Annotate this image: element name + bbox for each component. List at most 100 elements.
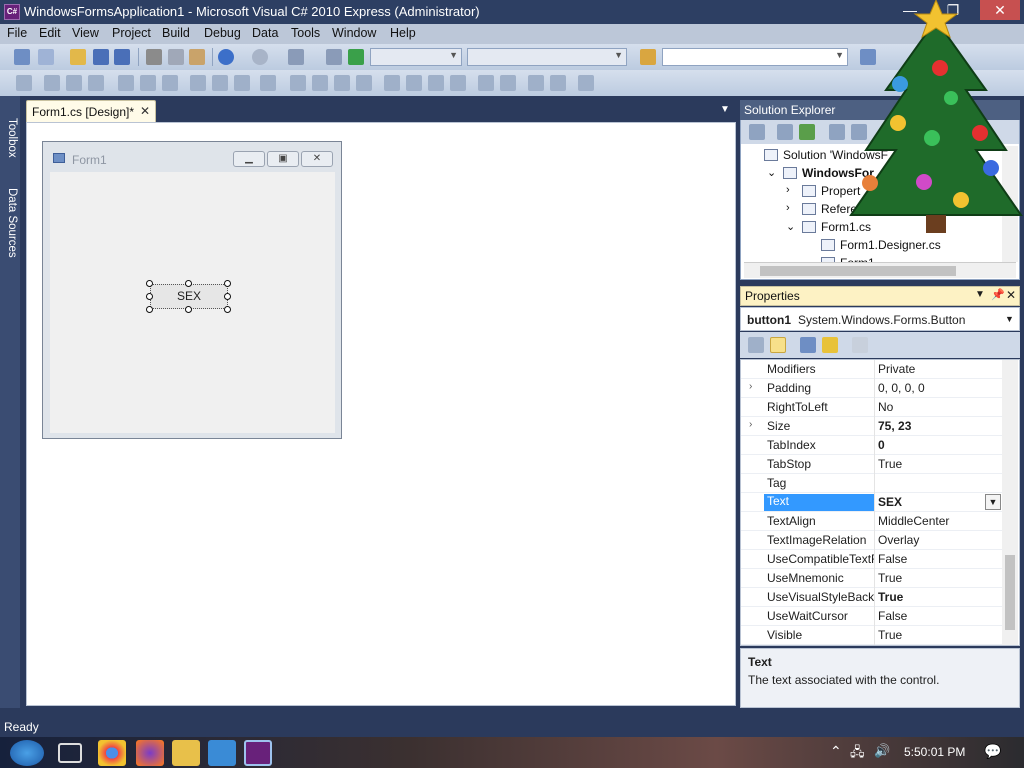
- object-selector[interactable]: button1 System.Windows.Forms.Button ▼: [740, 307, 1020, 331]
- property-value[interactable]: Private: [878, 362, 915, 376]
- property-row[interactable]: TabStop True: [741, 455, 1003, 474]
- network-icon[interactable]: 🖧: [850, 743, 865, 765]
- volume-icon[interactable]: 🔊: [874, 743, 890, 759]
- column-divider[interactable]: [874, 588, 875, 607]
- solution-config-combo[interactable]: ▼: [370, 48, 462, 66]
- property-row[interactable]: UseVisualStyleBackC True: [741, 588, 1003, 607]
- increase-spacing-icon[interactable]: [312, 75, 328, 91]
- document-dropdown-icon[interactable]: ▼: [720, 104, 730, 115]
- decrease-spacing-icon[interactable]: [334, 75, 350, 91]
- property-value[interactable]: 75, 23: [878, 419, 911, 433]
- property-value[interactable]: 0, 0, 0, 0: [878, 381, 925, 395]
- column-divider[interactable]: [874, 550, 875, 569]
- tree-expander-icon[interactable]: ⌄: [786, 220, 795, 233]
- decrease-vspacing-icon[interactable]: [428, 75, 444, 91]
- open-file-icon[interactable]: [70, 49, 86, 65]
- property-row[interactable]: TabIndex 0: [741, 436, 1003, 455]
- property-row[interactable]: › Padding 0, 0, 0, 0: [741, 379, 1003, 398]
- increase-vspacing-icon[interactable]: [406, 75, 422, 91]
- platform-combo[interactable]: ▼: [467, 48, 627, 66]
- column-divider[interactable]: [874, 379, 875, 398]
- property-value[interactable]: 0: [878, 438, 885, 452]
- property-vscrollbar[interactable]: [1002, 360, 1018, 645]
- start-debugging-icon[interactable]: [348, 49, 364, 65]
- save-icon[interactable]: [93, 49, 109, 65]
- paste-icon[interactable]: [189, 49, 205, 65]
- menu-view[interactable]: View: [72, 26, 99, 40]
- column-divider[interactable]: [874, 493, 875, 512]
- solution-hscrollbar[interactable]: [744, 262, 1016, 278]
- navigate-icon[interactable]: [288, 49, 304, 65]
- property-row[interactable]: Modifiers Private: [741, 360, 1003, 379]
- menu-tools[interactable]: Tools: [291, 26, 320, 40]
- clock[interactable]: 5:50:01 PM: [904, 745, 965, 759]
- toolbox-tab[interactable]: Toolbox: [2, 118, 18, 158]
- remove-vspacing-icon[interactable]: [450, 75, 466, 91]
- property-value[interactable]: Overlay: [878, 533, 919, 547]
- resize-handle-se[interactable]: [224, 306, 231, 313]
- property-row[interactable]: TextAlign MiddleCenter: [741, 512, 1003, 531]
- property-row[interactable]: Tag: [741, 474, 1003, 493]
- tree-expander-icon[interactable]: ›: [786, 202, 790, 214]
- send-to-back-icon[interactable]: [550, 75, 566, 91]
- center-horizontally-icon[interactable]: [478, 75, 494, 91]
- show-all-files-icon[interactable]: [777, 124, 793, 140]
- data-sources-tab[interactable]: Data Sources: [2, 188, 18, 258]
- save-all-icon[interactable]: [114, 49, 130, 65]
- center-vertically-icon[interactable]: [500, 75, 516, 91]
- property-row[interactable]: › Size 75, 23: [741, 417, 1003, 436]
- align-grid-icon[interactable]: [16, 75, 32, 91]
- resize-handle-nw[interactable]: [146, 280, 153, 287]
- menu-edit[interactable]: Edit: [39, 26, 61, 40]
- column-divider[interactable]: [874, 569, 875, 588]
- column-divider[interactable]: [874, 531, 875, 550]
- property-value[interactable]: SEX: [878, 495, 902, 509]
- property-row[interactable]: UseCompatibleTextR False: [741, 550, 1003, 569]
- properties-icon[interactable]: [749, 124, 765, 140]
- property-value[interactable]: MiddleCenter: [878, 514, 949, 528]
- new-project-icon[interactable]: [14, 49, 30, 65]
- vscroll-thumb[interactable]: [1005, 555, 1015, 630]
- column-divider[interactable]: [874, 417, 875, 436]
- column-divider[interactable]: [874, 455, 875, 474]
- redo-icon[interactable]: [252, 49, 268, 65]
- undo-icon[interactable]: [218, 49, 234, 65]
- property-value[interactable]: False: [878, 552, 907, 566]
- value-dropdown-icon[interactable]: ▼: [985, 494, 1001, 510]
- property-value[interactable]: True: [878, 571, 902, 585]
- store-icon[interactable]: [208, 740, 236, 766]
- property-row[interactable]: Visible True: [741, 626, 1003, 645]
- property-expand-icon[interactable]: ›: [749, 419, 752, 430]
- property-expand-icon[interactable]: ›: [749, 381, 752, 392]
- column-divider[interactable]: [874, 360, 875, 379]
- menu-debug[interactable]: Debug: [204, 26, 241, 40]
- property-pages-icon[interactable]: [852, 337, 868, 353]
- firefox-icon[interactable]: [136, 740, 164, 766]
- task-view-icon[interactable]: [58, 743, 82, 763]
- property-value[interactable]: True: [878, 457, 902, 471]
- view-code-icon[interactable]: [829, 124, 845, 140]
- tree-item[interactable]: Form1: [744, 254, 1004, 262]
- hscroll-thumb[interactable]: [760, 266, 956, 276]
- menu-data[interactable]: Data: [252, 26, 278, 40]
- menu-help[interactable]: Help: [390, 26, 416, 40]
- remove-spacing-icon[interactable]: [356, 75, 372, 91]
- notifications-icon[interactable]: 💬: [984, 743, 1001, 760]
- property-row[interactable]: TextImageRelation Overlay: [741, 531, 1003, 550]
- resize-handle-e[interactable]: [224, 293, 231, 300]
- column-divider[interactable]: [874, 474, 875, 493]
- tab-form1-design[interactable]: Form1.cs [Design]* ✕: [26, 100, 156, 122]
- column-divider[interactable]: [874, 607, 875, 626]
- chrome-icon[interactable]: [98, 740, 126, 766]
- cut-icon[interactable]: [146, 49, 162, 65]
- start-button[interactable]: [10, 740, 44, 766]
- resize-handle-s[interactable]: [185, 306, 192, 313]
- properties-view-icon[interactable]: [800, 337, 816, 353]
- find-combo[interactable]: ▼: [662, 48, 848, 66]
- vertical-spacing-icon[interactable]: [384, 75, 400, 91]
- panel-dropdown-icon[interactable]: ▼: [975, 289, 985, 300]
- property-row[interactable]: Text SEX ▼: [741, 493, 1003, 512]
- close-panel-icon[interactable]: ✕: [1006, 288, 1016, 302]
- events-icon[interactable]: [822, 337, 838, 353]
- file-explorer-icon[interactable]: [172, 740, 200, 766]
